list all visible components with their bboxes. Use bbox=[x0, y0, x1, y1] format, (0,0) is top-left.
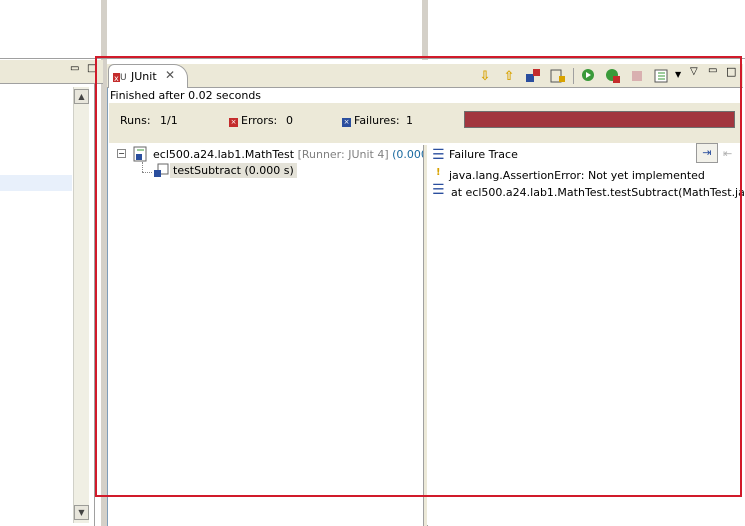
scroll-up-icon[interactable]: ▲ bbox=[74, 89, 89, 104]
left-scrollbar[interactable]: ▲ ▼ bbox=[73, 87, 89, 523]
left-selected-row[interactable] bbox=[0, 175, 72, 191]
sash-top[interactable] bbox=[422, 0, 428, 60]
highlight-frame bbox=[95, 56, 742, 497]
scroll-down-icon[interactable]: ▼ bbox=[74, 505, 89, 520]
editor-area-top bbox=[0, 0, 745, 58]
minimize-icon[interactable]: ▭ bbox=[70, 63, 79, 74]
left-view-tabbar: ▭ □ bbox=[0, 60, 103, 84]
